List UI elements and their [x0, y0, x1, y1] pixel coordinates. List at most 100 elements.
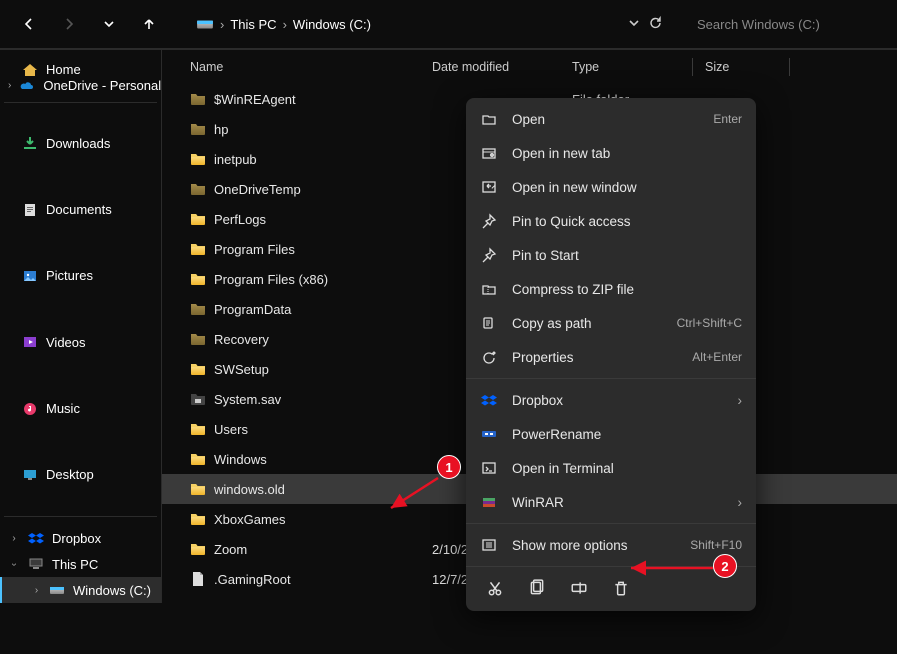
- sidebar: Home › OneDrive - Personal Downloads Doc…: [0, 50, 162, 603]
- ctx-dropbox[interactable]: Dropbox›: [466, 383, 756, 417]
- cloud-icon: [19, 78, 35, 94]
- file-name: Windows: [214, 452, 267, 467]
- address-dropdown[interactable]: [628, 17, 640, 32]
- content-area: Name Date modified Type Size $WinREAgent…: [162, 50, 897, 603]
- file-name: Program Files (x86): [214, 272, 328, 287]
- sidebar-item-desktop[interactable]: Desktop: [0, 442, 161, 508]
- rename-button[interactable]: [570, 579, 588, 597]
- copy-button[interactable]: [528, 579, 546, 597]
- column-name[interactable]: Name: [182, 60, 432, 74]
- pin-icon: [88, 375, 161, 441]
- ctx-pin-to-quick-access[interactable]: Pin to Quick access: [466, 204, 756, 238]
- file-name: SWSetup: [214, 362, 269, 377]
- context-menu: OpenEnterOpen in new tab Open in new wind…: [466, 98, 756, 611]
- winrar-icon: [480, 493, 498, 511]
- sidebar-label: This PC: [52, 557, 98, 572]
- ctx-properties[interactable]: PropertiesAlt+Enter: [466, 340, 756, 374]
- separator: [466, 523, 756, 524]
- chevron-right-icon[interactable]: ›: [32, 585, 41, 596]
- pin-icon: [118, 110, 161, 176]
- sidebar-item-dropbox[interactable]: › Dropbox: [0, 525, 161, 551]
- file-name: inetpub: [214, 152, 257, 167]
- sidebar-label: Dropbox: [52, 531, 101, 546]
- ctx-winrar[interactable]: WinRAR›: [466, 485, 756, 519]
- more-icon: [480, 536, 498, 554]
- sidebar-item-drive[interactable]: › Windows (C:): [0, 577, 161, 603]
- sidebar-item-videos[interactable]: Videos: [0, 309, 161, 375]
- sidebar-label: Home: [46, 62, 81, 77]
- breadcrumb-thispc[interactable]: This PC: [230, 17, 276, 32]
- sidebar-label: Pictures: [46, 268, 93, 283]
- up-button[interactable]: [132, 7, 166, 41]
- chevron-right-icon: ›: [283, 17, 287, 32]
- chevron-right-icon[interactable]: ›: [8, 533, 20, 544]
- file-name: windows.old: [214, 482, 285, 497]
- copypath-icon: [480, 314, 498, 332]
- callout-1: 1: [437, 455, 461, 479]
- chevron-down-icon[interactable]: ›: [9, 558, 20, 570]
- open-icon: [480, 110, 498, 128]
- file-name: XboxGames: [214, 512, 286, 527]
- column-separator[interactable]: [789, 58, 790, 76]
- sidebar-label: Documents: [46, 202, 112, 217]
- sidebar-label: Downloads: [46, 136, 110, 151]
- sidebar-item-pictures[interactable]: Pictures: [0, 243, 161, 309]
- sidebar-item-music[interactable]: Music: [0, 375, 161, 441]
- pinstart-icon: [480, 246, 498, 264]
- desktop-icon: [22, 467, 38, 483]
- sidebar-item-onedrive[interactable]: › OneDrive - Personal: [0, 78, 161, 94]
- ctx-open[interactable]: OpenEnter: [466, 102, 756, 136]
- column-separator[interactable]: [692, 58, 693, 76]
- ctx-powerrename[interactable]: PowerRename: [466, 417, 756, 451]
- separator: [466, 378, 756, 379]
- file-name: hp: [214, 122, 228, 137]
- file-name: .GamingRoot: [214, 572, 291, 587]
- pc-icon: [28, 556, 44, 572]
- column-size[interactable]: Size: [705, 60, 765, 74]
- pinqa-icon: [480, 212, 498, 230]
- top-toolbar: › This PC › Windows (C:) Search Windows …: [0, 0, 897, 50]
- chevron-right-icon[interactable]: ›: [8, 80, 11, 91]
- sidebar-item-documents[interactable]: Documents: [0, 176, 161, 242]
- file-name: System.sav: [214, 392, 281, 407]
- column-type[interactable]: Type: [572, 60, 692, 74]
- search-input[interactable]: Search Windows (C:): [685, 7, 885, 41]
- newwin-icon: [480, 178, 498, 196]
- cut-button[interactable]: [486, 579, 504, 597]
- ctx-pin-to-start[interactable]: Pin to Start: [466, 238, 756, 272]
- sidebar-label: Windows (C:): [73, 583, 151, 598]
- ctx-copy-as-path[interactable]: Copy as pathCtrl+Shift+C: [466, 306, 756, 340]
- back-button[interactable]: [12, 7, 46, 41]
- recent-dropdown[interactable]: [92, 7, 126, 41]
- terminal-icon: [480, 459, 498, 477]
- ctx-open-in-new-window[interactable]: Open in new window: [466, 170, 756, 204]
- downloads-icon: [22, 135, 38, 151]
- ctx-label: Open in new window: [512, 180, 742, 195]
- file-name: ProgramData: [214, 302, 291, 317]
- ctx-compress-to-zip-file[interactable]: Compress to ZIP file: [466, 272, 756, 306]
- zip-icon: [480, 280, 498, 298]
- ctx-open-in-new-tab[interactable]: Open in new tab: [466, 136, 756, 170]
- sidebar-item-home[interactable]: Home: [0, 62, 161, 78]
- ctx-open-in-terminal[interactable]: Open in Terminal: [466, 451, 756, 485]
- column-date[interactable]: Date modified: [432, 60, 572, 74]
- home-icon: [22, 62, 38, 78]
- breadcrumb-drive[interactable]: Windows (C:): [293, 17, 371, 32]
- ctx-label: WinRAR: [512, 495, 724, 510]
- keyboard-shortcut: Ctrl+Shift+C: [677, 316, 742, 330]
- file-icon: [190, 571, 206, 587]
- ctx-label: PowerRename: [512, 427, 742, 442]
- sidebar-item-thispc[interactable]: › This PC: [0, 551, 161, 577]
- refresh-button[interactable]: [648, 15, 663, 33]
- sidebar-item-downloads[interactable]: Downloads: [0, 110, 161, 176]
- documents-icon: [22, 202, 38, 218]
- ctx-show-more-options[interactable]: Show more optionsShift+F10: [466, 528, 756, 562]
- delete-button[interactable]: [612, 579, 630, 597]
- column-headers: Name Date modified Type Size: [162, 50, 897, 84]
- sidebar-label: Videos: [46, 335, 86, 350]
- address-bar[interactable]: › This PC › Windows (C:): [186, 7, 673, 41]
- dropbox-icon: [28, 530, 44, 546]
- chevron-right-icon: ›: [220, 17, 224, 32]
- forward-button[interactable]: [52, 7, 86, 41]
- keyboard-shortcut: Enter: [713, 112, 742, 126]
